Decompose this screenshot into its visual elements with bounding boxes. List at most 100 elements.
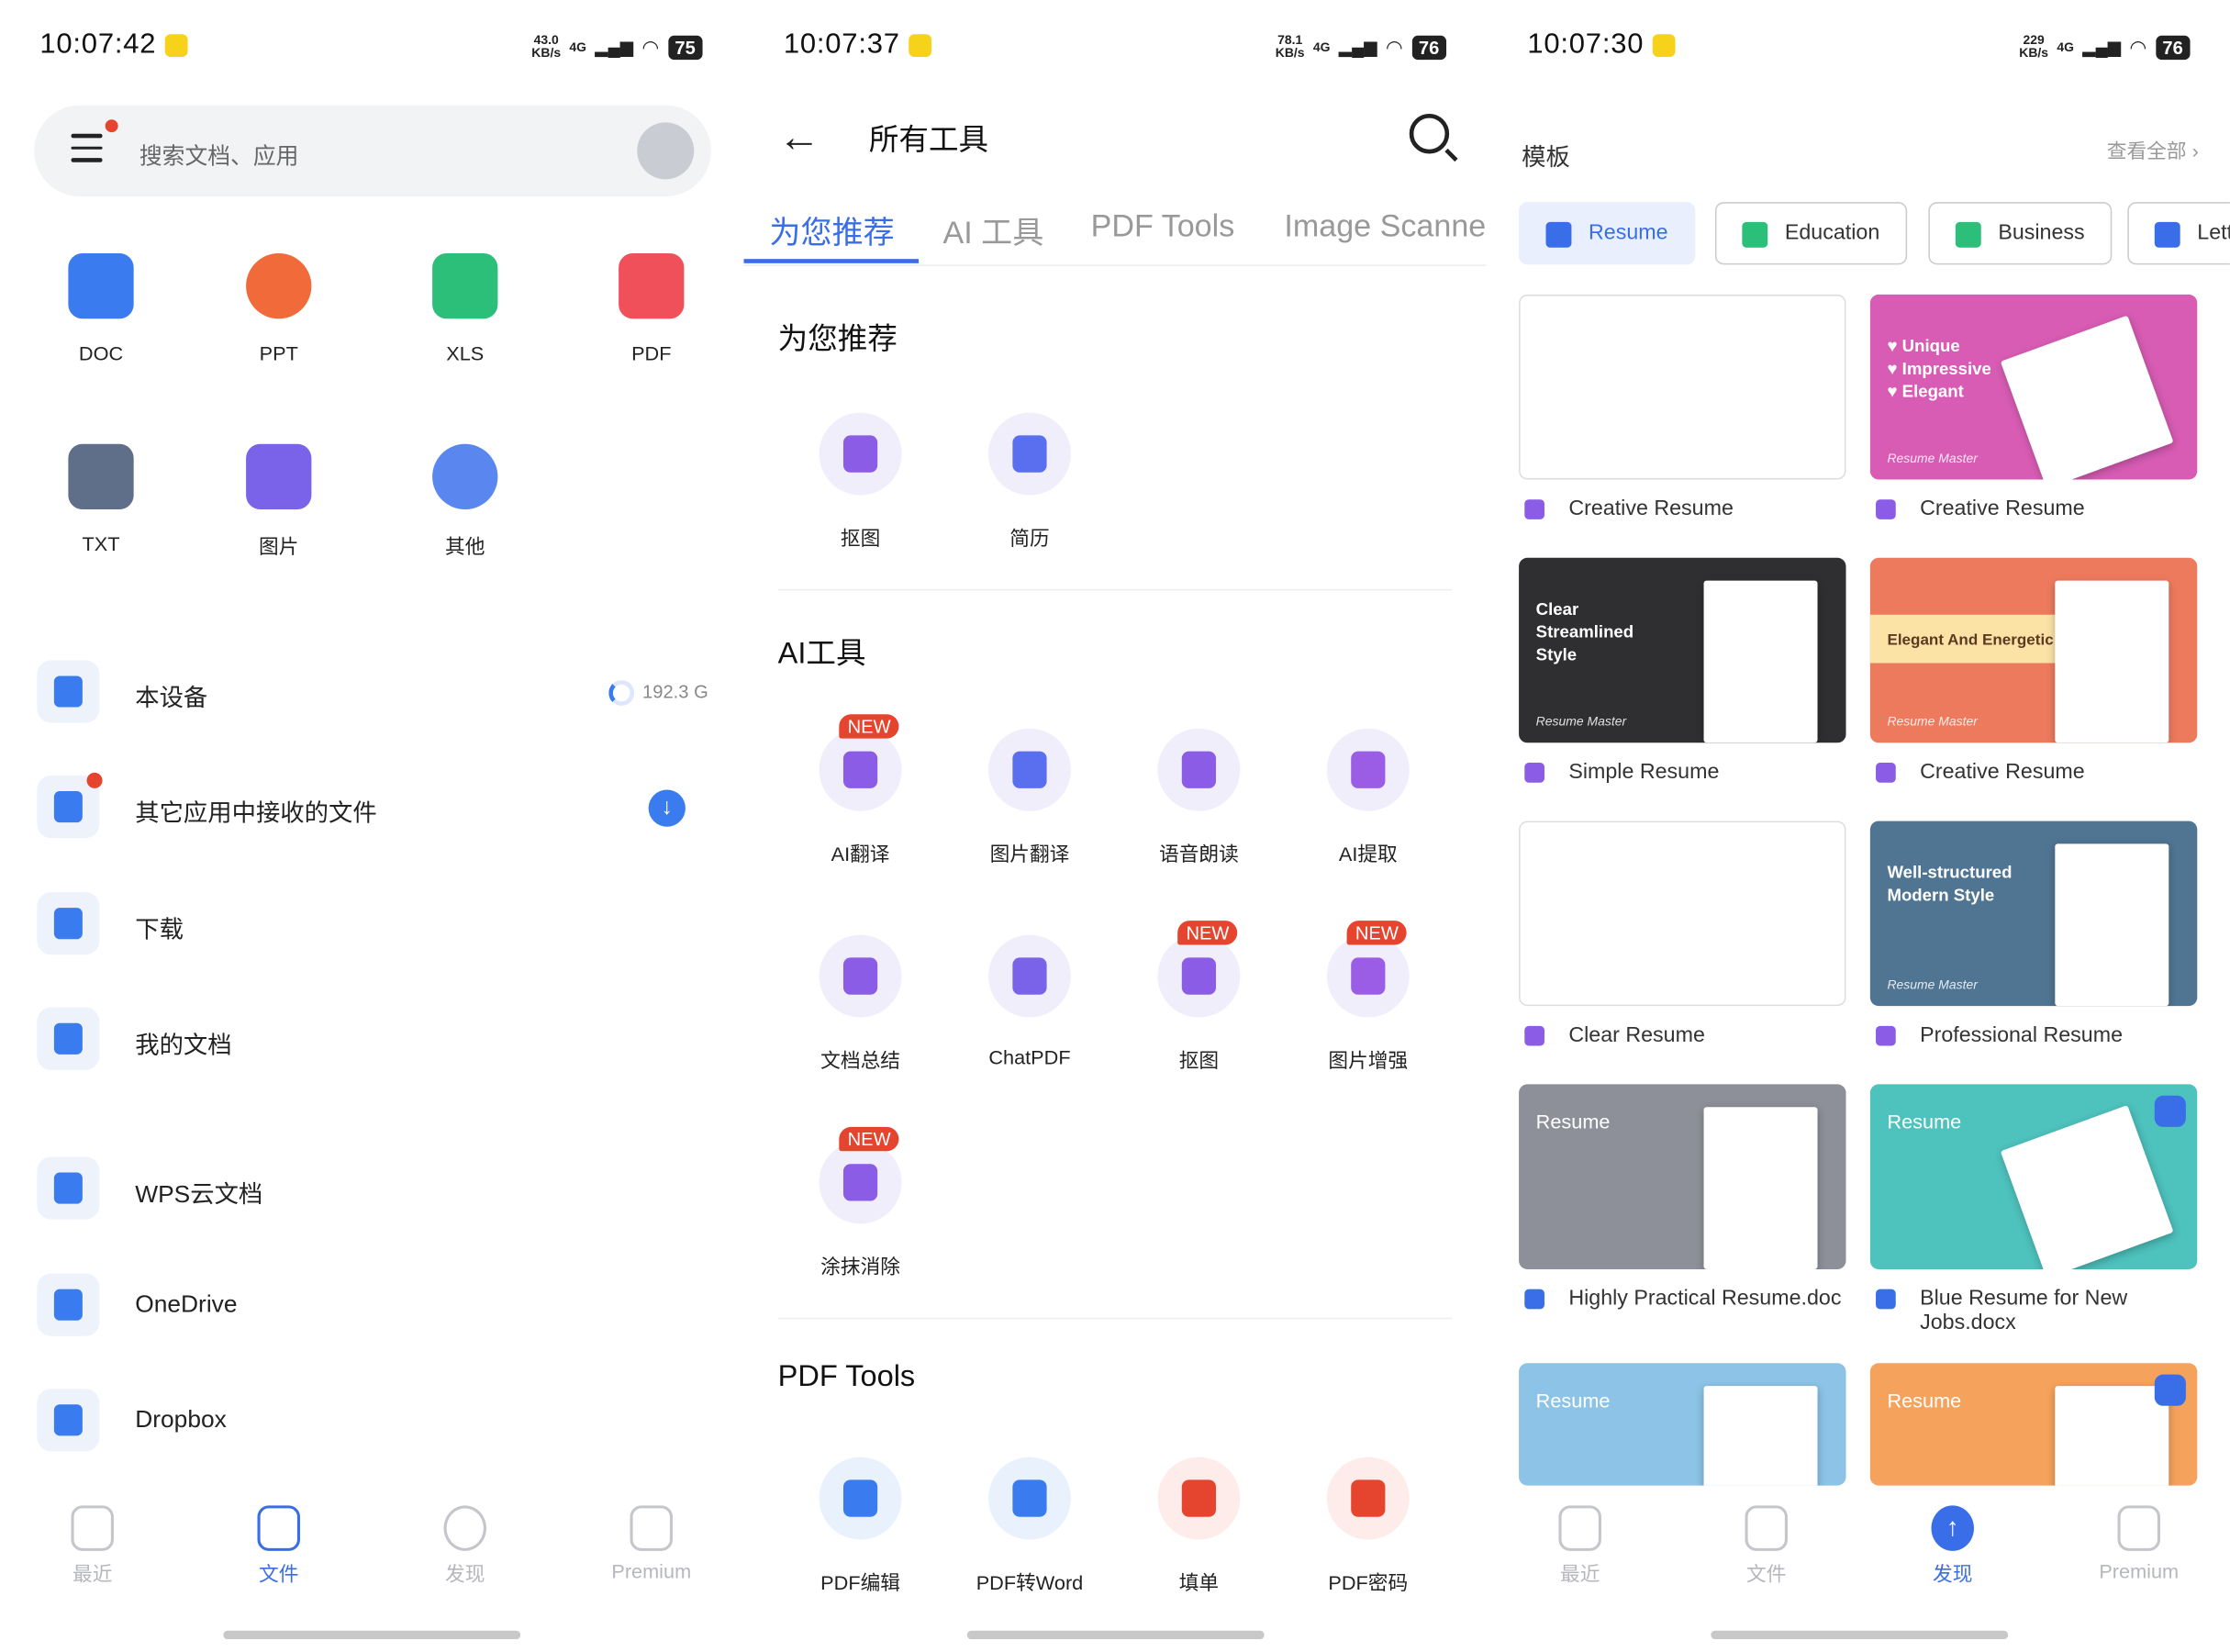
avatar[interactable] xyxy=(637,122,695,180)
tab-recommended[interactable]: 为您推荐 xyxy=(769,207,894,253)
file-type-xls[interactable]: XLS xyxy=(394,252,536,364)
divider xyxy=(777,588,1453,591)
nav-premium[interactable]: Premium xyxy=(580,1505,722,1582)
tool-image-translate[interactable]: 图片翻译 xyxy=(952,728,1108,868)
status-right: 229 KB/s 4G ▂▄▆ ◠ 76 xyxy=(2019,31,2191,62)
new-badge: NEW xyxy=(1177,921,1238,945)
resume-paper-preview xyxy=(2000,1105,2174,1269)
file-type-pdf[interactable]: PDF xyxy=(580,252,722,364)
tool-fill-form[interactable]: 填单 xyxy=(1121,1457,1277,1597)
resume-paper-preview xyxy=(2055,1386,2169,1486)
view-all-link[interactable]: 查看全部 › xyxy=(2107,137,2199,165)
back-arrow-icon[interactable]: ← xyxy=(778,114,820,162)
chip-resume[interactable]: Resume xyxy=(1519,202,1696,265)
net-speed: 78.1 KB/s xyxy=(1275,32,1305,61)
template-card[interactable]: Resume Blue Resume for New Jobs.docx xyxy=(1869,1084,2198,1334)
file-type-txt[interactable]: TXT xyxy=(30,443,173,555)
nav-recent[interactable]: 最近 xyxy=(21,1505,163,1588)
location-item[interactable]: 下载 xyxy=(0,889,742,975)
nav-recent[interactable]: 最近 xyxy=(1509,1505,1651,1588)
headphones-icon xyxy=(1157,728,1241,811)
received-files-icon-glyph xyxy=(53,791,83,823)
template-card[interactable]: Clear Streamlined Style Resume Master Simp… xyxy=(1519,557,1846,784)
tool-label: 语音朗读 xyxy=(1159,842,1239,865)
template-card[interactable]: Elegant And Energetic Resume Master Creati… xyxy=(1869,557,2198,784)
user-icon xyxy=(1876,499,1896,519)
nav-compass[interactable]: 发现 xyxy=(394,1505,536,1588)
template-card[interactable]: ♥ Unique ♥ Impressive ♥ Elegant Resume Ma… xyxy=(1869,294,2198,520)
xls-icon xyxy=(432,252,498,319)
chip-business[interactable]: Business xyxy=(1928,202,2113,265)
cutout-icon xyxy=(1157,934,1241,1018)
doc-icon xyxy=(68,252,134,319)
image-enhance-icon-glyph xyxy=(1351,957,1386,995)
tool-summary[interactable]: 文档总结 xyxy=(782,934,938,1075)
thumbnail-text: Elegant And Energetic xyxy=(1887,631,2054,649)
tool-cutout[interactable]: 抠图 xyxy=(782,412,938,553)
menu-icon[interactable] xyxy=(71,133,103,165)
template-card[interactable]: Clear Resume xyxy=(1519,820,1846,1047)
tool-pdf-to-word[interactable]: PDF转Word xyxy=(952,1457,1108,1597)
file-type-其他[interactable]: 其他 xyxy=(394,443,536,561)
nav-label: 最近 xyxy=(1560,1562,1600,1586)
chip-label: Letter xyxy=(2197,220,2230,245)
tool-ai-translate[interactable]: NEW AI翻译 xyxy=(782,714,938,868)
file-type-ppt[interactable]: PPT xyxy=(207,252,350,364)
eraser-icon xyxy=(819,1141,902,1224)
search-bar[interactable]: 搜索文档、应用 xyxy=(34,105,711,196)
location-item[interactable]: WPS云文档 xyxy=(0,1154,742,1239)
template-card[interactable]: Well-structured Modern Style Resume Maste… xyxy=(1869,820,2198,1047)
location-item[interactable]: 我的文档 xyxy=(0,1005,742,1090)
nav-premium[interactable]: Premium xyxy=(2068,1505,2210,1582)
tool-pdf-lock[interactable]: PDF密码 xyxy=(1290,1457,1446,1597)
tab-pdf-tools[interactable]: PDF Tools xyxy=(1091,207,1235,244)
letter-icon xyxy=(2154,221,2180,248)
chip-label: Resume xyxy=(1589,220,1668,245)
template-card[interactable]: Resume Highly Practical Resume.doc xyxy=(1519,1084,1846,1311)
chip-letter[interactable]: Letter xyxy=(2127,202,2230,265)
storage-ring-icon xyxy=(608,680,634,706)
tool-label: 填单 xyxy=(1178,1570,1220,1594)
tool-image-enhance[interactable]: NEW 图片增强 xyxy=(1290,921,1446,1075)
chip-education[interactable]: Education xyxy=(1714,202,1907,265)
tool-eraser[interactable]: NEW 涂抹消除 xyxy=(782,1126,938,1280)
tool-cutout[interactable]: NEW 抠图 xyxy=(1121,921,1277,1075)
template-card[interactable]: Resume xyxy=(1519,1363,1846,1486)
template-card[interactable]: Resume xyxy=(1869,1363,2198,1486)
template-card[interactable]: Creative Resume xyxy=(1519,294,1846,520)
tool-ai-extract[interactable]: AI提取 xyxy=(1290,728,1446,868)
user-icon xyxy=(1876,763,1896,783)
tool-headphones[interactable]: 语音朗读 xyxy=(1121,728,1277,868)
ppt-icon xyxy=(246,252,312,319)
menu-notification-dot xyxy=(105,119,118,133)
nav-discover[interactable]: ↑ 发现 xyxy=(1881,1505,2024,1588)
status-time: 10:07:37 xyxy=(783,28,900,61)
tool-resume[interactable]: 简历 xyxy=(952,412,1108,553)
download-badge-icon[interactable]: ↓ xyxy=(648,789,686,827)
tool-chatpdf[interactable]: ChatPDF xyxy=(952,934,1108,1068)
tool-label: PDF转Word xyxy=(976,1570,1084,1594)
tool-tabs: 为您推荐 AI 工具 PDF Tools Image Scanne xyxy=(743,202,1487,266)
network-type: 4G xyxy=(569,39,587,54)
search-placeholder[interactable]: 搜索文档、应用 xyxy=(139,137,299,171)
thumbnail-text: Well-structured Modern Style xyxy=(1887,862,2013,906)
tab-ai-tools[interactable]: AI 工具 xyxy=(942,207,1043,253)
tab-image-scanner[interactable]: Image Scanne xyxy=(1284,207,1486,244)
location-item[interactable]: OneDrive xyxy=(0,1271,742,1356)
nav-label: 发现 xyxy=(1933,1562,1973,1586)
nav-files[interactable]: 文件 xyxy=(1695,1505,1837,1588)
tool-label: 抠图 xyxy=(840,526,881,550)
location-item[interactable]: Dropbox xyxy=(0,1386,742,1471)
nav-files[interactable]: 文件 xyxy=(207,1505,350,1588)
search-icon[interactable] xyxy=(1409,114,1450,154)
location-item[interactable]: ↓ 其它应用中接收的文件 xyxy=(0,772,742,858)
template-thumbnail: Resume xyxy=(1519,1084,1846,1269)
nav-label: 最近 xyxy=(72,1562,113,1586)
location-item[interactable]: 本设备 192.3 G xyxy=(0,657,742,742)
nav-label: 发现 xyxy=(445,1562,485,1586)
tool-pdf-edit[interactable]: PDF编辑 xyxy=(782,1457,938,1597)
file-type-图片[interactable]: 图片 xyxy=(207,443,350,561)
tool-label: PDF编辑 xyxy=(820,1570,900,1594)
folder-icon xyxy=(37,1007,100,1070)
file-type-doc[interactable]: DOC xyxy=(30,252,173,364)
